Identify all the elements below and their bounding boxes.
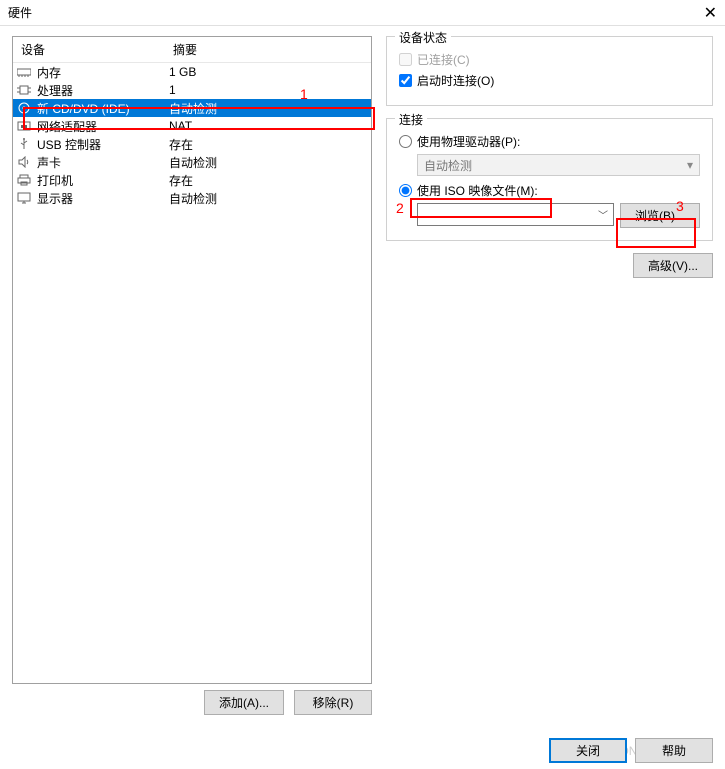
connection-title: 连接: [395, 111, 427, 128]
device-row[interactable]: 内存 1 GB: [13, 63, 371, 81]
memory-icon: [17, 65, 33, 79]
physical-drive-value: 自动检测: [424, 157, 472, 174]
device-summary: 自动检测: [169, 190, 367, 207]
connected-checkbox-row: 已连接(C): [399, 51, 700, 68]
device-status-group: 设备状态 已连接(C) 启动时连接(O): [386, 36, 713, 106]
connect-on-power-row[interactable]: 启动时连接(O): [399, 72, 700, 89]
connect-on-power-label: 启动时连接(O): [417, 72, 494, 89]
usb-icon: [17, 137, 33, 151]
iso-file-combo[interactable]: [417, 203, 614, 226]
physical-drive-row[interactable]: 使用物理驱动器(P):: [399, 133, 700, 150]
device-name: 声卡: [37, 154, 169, 171]
device-row[interactable]: 处理器 1: [13, 81, 371, 99]
remove-button[interactable]: 移除(R): [294, 690, 372, 715]
device-row[interactable]: 网络适配器 NAT: [13, 117, 371, 135]
connected-label: 已连接(C): [417, 51, 470, 68]
device-summary: 存在: [169, 172, 367, 189]
display-icon: [17, 191, 33, 205]
connected-checkbox: [399, 53, 412, 66]
iso-file-label: 使用 ISO 映像文件(M):: [417, 182, 538, 199]
status-title: 设备状态: [395, 29, 451, 46]
printer-icon: [17, 173, 33, 187]
close-icon[interactable]: ✕: [704, 3, 717, 23]
device-summary: NAT: [169, 119, 367, 133]
connect-on-power-checkbox[interactable]: [399, 74, 412, 87]
device-row[interactable]: 新 CD/DVD (IDE) 自动检测: [13, 99, 371, 117]
device-row[interactable]: 显示器 自动检测: [13, 189, 371, 207]
header-device: 设备: [21, 41, 173, 58]
list-header: 设备 摘要: [13, 37, 371, 63]
device-name: 内存: [37, 64, 169, 81]
connection-group: 连接 使用物理驱动器(P): 自动检测 使用 ISO 映像文件(M): 浏览(B…: [386, 118, 713, 241]
disc-icon: [17, 101, 33, 115]
physical-drive-combo: 自动检测: [417, 154, 700, 176]
device-summary: 1: [169, 83, 367, 97]
window-title: 硬件: [8, 4, 704, 21]
physical-drive-radio[interactable]: [399, 135, 412, 148]
device-row[interactable]: 声卡 自动检测: [13, 153, 371, 171]
browse-button[interactable]: 浏览(B)...: [620, 203, 700, 228]
device-name: 打印机: [37, 172, 169, 189]
device-summary: 自动检测: [169, 154, 367, 171]
nic-icon: [17, 119, 33, 133]
device-name: 处理器: [37, 82, 169, 99]
physical-drive-label: 使用物理驱动器(P):: [417, 133, 520, 150]
help-button[interactable]: 帮助: [635, 738, 713, 763]
device-list: 设备 摘要 内存 1 GB 处理器 1: [12, 36, 372, 684]
sound-icon: [17, 155, 33, 169]
device-row[interactable]: USB 控制器 存在: [13, 135, 371, 153]
device-summary: 自动检测: [169, 100, 367, 117]
device-summary: 1 GB: [169, 65, 367, 79]
close-button[interactable]: 关闭: [549, 738, 627, 763]
iso-file-radio[interactable]: [399, 184, 412, 197]
device-summary: 存在: [169, 136, 367, 153]
device-name: USB 控制器: [37, 136, 169, 153]
header-summary: 摘要: [173, 41, 363, 58]
iso-file-row[interactable]: 使用 ISO 映像文件(M):: [399, 182, 700, 199]
device-row[interactable]: 打印机 存在: [13, 171, 371, 189]
device-name: 显示器: [37, 190, 169, 207]
titlebar: 硬件 ✕: [0, 0, 725, 26]
device-name: 网络适配器: [37, 118, 169, 135]
device-name: 新 CD/DVD (IDE): [37, 100, 169, 117]
cpu-icon: [17, 83, 33, 97]
advanced-button[interactable]: 高级(V)...: [633, 253, 713, 278]
add-button[interactable]: 添加(A)...: [204, 690, 284, 715]
